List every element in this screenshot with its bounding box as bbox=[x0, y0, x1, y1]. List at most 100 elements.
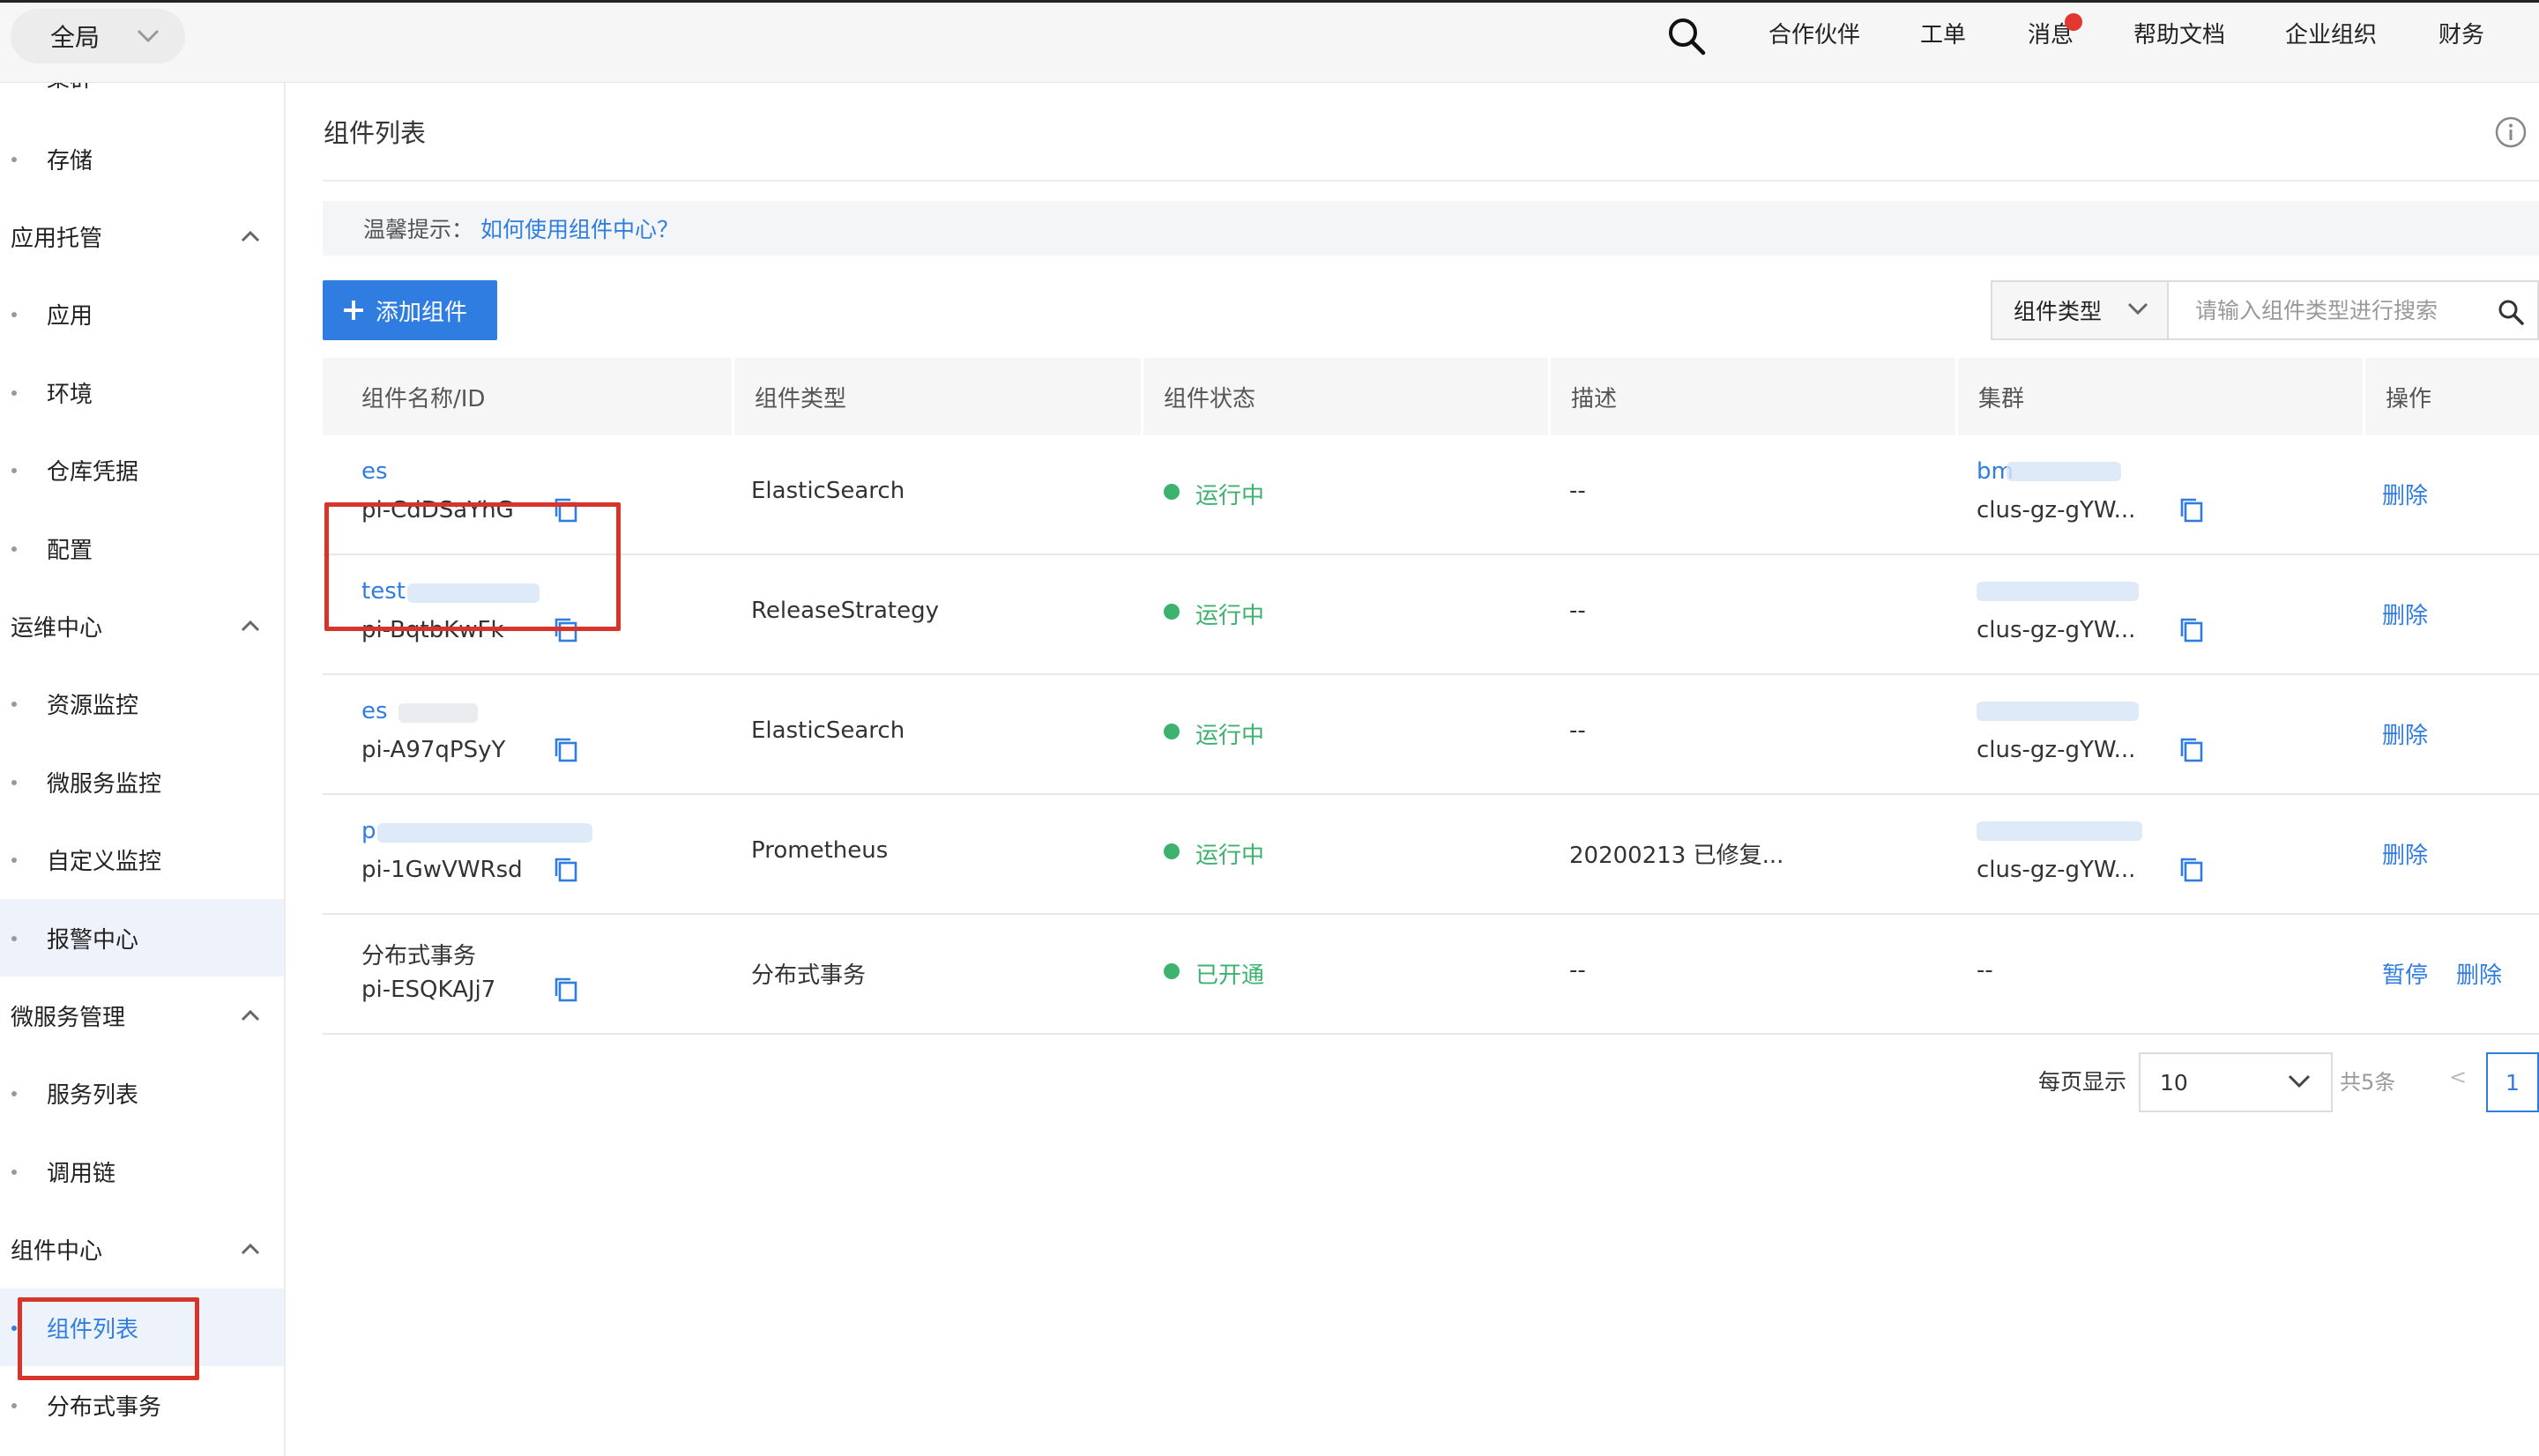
nav-tickets[interactable]: 工单 bbox=[1920, 0, 1966, 65]
chevron-down-icon bbox=[137, 29, 160, 43]
component-description: -- bbox=[1569, 957, 1586, 984]
column-divider bbox=[732, 358, 734, 435]
component-description: -- bbox=[1569, 598, 1586, 624]
column-divider bbox=[1955, 358, 1958, 435]
table-row: es pi-CdDSaYhG ElasticSearch 运行中 -- bm c… bbox=[323, 435, 2539, 555]
tip-help-link[interactable]: 如何使用组件中心？ bbox=[480, 212, 679, 244]
component-status: 运行中 bbox=[1195, 723, 1265, 749]
annotation-highlight-box bbox=[18, 1297, 199, 1380]
delete-button[interactable]: 删除 bbox=[2382, 717, 2428, 750]
sidebar-group-microservice-mgmt[interactable]: 微服务管理 bbox=[0, 977, 284, 1054]
component-type: 分布式事务 bbox=[751, 962, 867, 989]
search-icon[interactable] bbox=[2497, 298, 2525, 326]
nav-partners[interactable]: 合作伙伴 bbox=[1768, 0, 1860, 65]
page-size-value: 10 bbox=[2160, 1069, 2188, 1096]
chevron-up-icon bbox=[241, 1009, 260, 1021]
copy-icon[interactable] bbox=[2179, 737, 2204, 763]
total-count: 共5条 bbox=[2340, 1070, 2396, 1095]
redacted-cluster-name[interactable] bbox=[1977, 702, 2139, 721]
delete-button[interactable]: 删除 bbox=[2382, 598, 2428, 630]
component-description: -- bbox=[1569, 478, 1586, 504]
page-number-current[interactable]: 1 bbox=[2486, 1052, 2539, 1112]
status-dot bbox=[1164, 724, 1180, 739]
column-header-cluster: 集群 bbox=[1978, 385, 2025, 412]
top-bar: 全局 合作伙伴 工单 消息 帮助文档 企业组织 财务 bbox=[0, 0, 2539, 83]
chevron-up-icon bbox=[241, 230, 260, 242]
sidebar-group-ops-center[interactable]: 运维中心 bbox=[0, 587, 284, 665]
sidebar-group-component-center[interactable]: 组件中心 bbox=[0, 1210, 284, 1288]
sidebar-item-environment[interactable]: 环境 bbox=[0, 353, 284, 431]
title-divider bbox=[323, 180, 2539, 182]
component-id: pi-A97qPSyY bbox=[361, 737, 506, 763]
component-description: 20200213 已修复... bbox=[1569, 843, 1784, 869]
column-divider bbox=[1548, 358, 1551, 435]
sidebar-item-service-list[interactable]: 服务列表 bbox=[0, 1054, 284, 1132]
scope-label: 全局 bbox=[50, 23, 101, 52]
message-notification-badge bbox=[2065, 13, 2082, 31]
sidebar-item-custom-monitor[interactable]: 自定义监控 bbox=[0, 821, 284, 898]
tip-bar: 温馨提示： 如何使用组件中心？ bbox=[323, 201, 2539, 256]
column-header-description: 描述 bbox=[1571, 385, 1618, 412]
component-id: pi-ESQKAJj7 bbox=[361, 977, 496, 1003]
search-icon[interactable] bbox=[1666, 16, 1707, 56]
column-header-status: 组件状态 bbox=[1164, 385, 1256, 412]
sidebar-item-resource-monitor[interactable]: 资源监控 bbox=[0, 665, 284, 742]
table-row: es pi-A97qPSyY ElasticSearch 运行中 -- clus… bbox=[323, 675, 2539, 795]
chevron-down-icon bbox=[2288, 1074, 2311, 1088]
copy-icon[interactable] bbox=[554, 977, 578, 1003]
status-dot bbox=[1164, 604, 1180, 620]
component-status: 运行中 bbox=[1195, 843, 1265, 869]
component-name-link[interactable]: es bbox=[361, 698, 388, 724]
sidebar-item-repo-credentials[interactable]: 仓库凭据 bbox=[0, 431, 284, 509]
redacted-cluster-name bbox=[2007, 462, 2121, 481]
info-icon[interactable] bbox=[2493, 115, 2528, 150]
copy-icon[interactable] bbox=[2179, 497, 2204, 524]
copy-icon[interactable] bbox=[2179, 617, 2204, 643]
nav-enterprise-org[interactable]: 企业组织 bbox=[2285, 0, 2377, 65]
filter-type-label: 组件类型 bbox=[2014, 299, 2103, 324]
search-input[interactable] bbox=[2195, 297, 2479, 323]
delete-button[interactable]: 删除 bbox=[2382, 837, 2428, 870]
table-row: test pi-BqtbKwFk ReleaseStrategy 运行中 -- … bbox=[323, 555, 2539, 675]
sidebar-item-config[interactable]: 配置 bbox=[0, 509, 284, 587]
sidebar-item-storage[interactable]: 存储 bbox=[0, 120, 284, 197]
cluster-id: clus-gz-gYW... bbox=[1977, 857, 2136, 883]
add-component-button[interactable]: 添加组件 bbox=[323, 280, 497, 340]
component-status: 运行中 bbox=[1195, 483, 1265, 509]
component-name-link[interactable]: es bbox=[361, 458, 388, 485]
sidebar-item-alarm-center[interactable]: 报警中心 bbox=[0, 899, 284, 977]
delete-button[interactable]: 删除 bbox=[2382, 478, 2428, 510]
sidebar-item-app[interactable]: 应用 bbox=[0, 275, 284, 353]
copy-icon[interactable] bbox=[554, 857, 578, 883]
prev-page-button[interactable]: < bbox=[2449, 1065, 2467, 1089]
table-header: 组件名称/ID 组件类型 组件状态 描述 集群 操作 bbox=[323, 358, 2539, 435]
sidebar-group-app-hosting[interactable]: 应用托管 bbox=[0, 197, 284, 275]
annotation-highlight-box bbox=[324, 502, 621, 631]
sidebar-item-microservice-monitor[interactable]: 微服务监控 bbox=[0, 743, 284, 821]
page-size-select[interactable]: 10 bbox=[2139, 1052, 2333, 1112]
column-header-actions: 操作 bbox=[2386, 385, 2432, 412]
cluster-id: clus-gz-gYW... bbox=[1977, 737, 2136, 763]
sidebar-item-call-chain[interactable]: 调用链 bbox=[0, 1133, 284, 1210]
nav-finance[interactable]: 财务 bbox=[2438, 0, 2484, 65]
column-divider bbox=[1141, 358, 1143, 435]
component-name-link[interactable]: p bbox=[361, 818, 376, 844]
page-number-label: 1 bbox=[2505, 1069, 2520, 1096]
copy-icon[interactable] bbox=[2179, 857, 2204, 883]
nav-help-docs[interactable]: 帮助文档 bbox=[2133, 0, 2225, 65]
component-status: 运行中 bbox=[1195, 603, 1265, 629]
chevron-up-icon bbox=[241, 620, 260, 632]
component-type: Prometheus bbox=[751, 837, 889, 864]
copy-icon[interactable] bbox=[554, 737, 578, 763]
component-name: 分布式事务 bbox=[361, 943, 477, 969]
redacted-cluster-name[interactable] bbox=[1977, 821, 2142, 841]
delete-button[interactable]: 删除 bbox=[2456, 957, 2502, 990]
redacted-cluster-name[interactable] bbox=[1977, 582, 2139, 601]
cluster-id: clus-gz-gYW... bbox=[1977, 497, 2136, 524]
filter-type-select[interactable]: 组件类型 bbox=[1992, 282, 2169, 338]
component-filter: 组件类型 bbox=[1991, 280, 2539, 340]
pause-button[interactable]: 暂停 bbox=[2382, 957, 2428, 990]
scope-selector[interactable]: 全局 bbox=[11, 9, 185, 63]
nav-messages[interactable]: 消息 bbox=[2028, 0, 2074, 65]
component-description: -- bbox=[1569, 717, 1586, 744]
